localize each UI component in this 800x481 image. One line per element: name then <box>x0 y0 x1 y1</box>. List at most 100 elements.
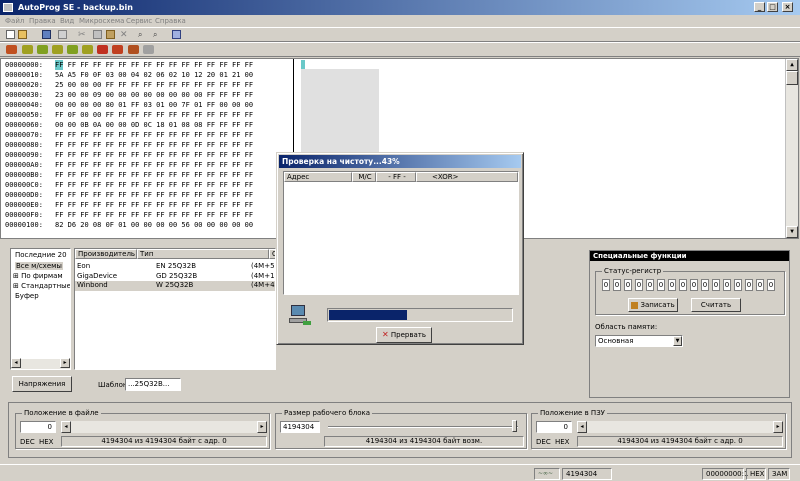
chip-tree[interactable]: Последние 20 Все м/схемы ⊞ По фирмам ⊞ С… <box>10 248 71 370</box>
scroll-right-icon[interactable]: ▸ <box>60 358 70 368</box>
voltage-button[interactable]: Напряжения <box>12 376 72 392</box>
hex-bytes[interactable]: FF FF FF FF FF FF FF FF FF FF FF FF FF F… <box>55 130 253 140</box>
scroll-left-icon[interactable]: ◂ <box>11 358 21 368</box>
menu-chip[interactable]: Микросхема <box>79 15 124 27</box>
tree-hscroll[interactable]: ◂ ▸ <box>11 358 70 369</box>
status-bit[interactable]: 0 <box>635 279 643 291</box>
hex-row[interactable]: 000000A0: FF FF FF FF FF FF FF FF FF FF F… <box>5 160 253 170</box>
hex-bytes[interactable]: FF FF FF FF FF FF FF FF FF FF FF FF FF F… <box>55 150 253 160</box>
memory-area-select[interactable]: Основная ▼ <box>595 335 683 347</box>
tree-item-recent[interactable]: Последние 20 <box>15 251 67 259</box>
template-field[interactable]: ...25Q32B... <box>125 378 181 391</box>
status-bit[interactable]: 0 <box>701 279 709 291</box>
tree-item-all[interactable]: Все м/схемы <box>15 262 63 270</box>
status-bit[interactable]: 0 <box>668 279 676 291</box>
dec-toggle[interactable]: DEC <box>536 438 551 446</box>
scroll-down-icon[interactable]: ▼ <box>786 226 798 238</box>
hex-vscroll[interactable]: ▲ ▼ <box>785 59 798 238</box>
hex-row[interactable]: 000000F0: FF FF FF FF FF FF FF FF FF FF F… <box>5 210 253 220</box>
tree-item-by-vendor[interactable]: ⊞ По фирмам <box>13 272 63 280</box>
hex-row[interactable]: 00000030: 23 00 00 09 00 00 00 00 00 00 0… <box>5 90 323 100</box>
block-size-input[interactable]: 4194304 <box>280 421 320 433</box>
scroll-thumb[interactable] <box>786 71 798 85</box>
col-chip[interactable]: М/С <box>352 172 376 182</box>
hex-row[interactable]: 000000D0: FF FF FF FF FF FF FF FF FF FF F… <box>5 190 253 200</box>
minimize-button[interactable]: _ <box>754 2 765 12</box>
goto-icon[interactable] <box>172 30 181 39</box>
hex-row[interactable]: 00000060: 00 00 0B 0A 00 00 0D 0C 18 01 0… <box>5 120 357 130</box>
dec-toggle[interactable]: DEC <box>20 438 35 446</box>
hex-bytes[interactable]: FF FF FF FF FF FF FF FF FF FF FF FF FF F… <box>55 210 253 220</box>
hex-bytes[interactable]: FF FF FF FF FF FF FF FF FF FF FF FF FF F… <box>55 60 254 70</box>
col-address[interactable]: Адрес <box>284 172 352 182</box>
status-bit[interactable]: 0 <box>767 279 775 291</box>
menu-view[interactable]: Вид <box>60 15 74 27</box>
file-position-input[interactable]: 0 <box>20 421 56 433</box>
hex-row[interactable]: 00000050: FF 0F 00 00 FF FF FF FF FF FF F… <box>5 110 310 120</box>
scroll-right-icon[interactable]: ▸ <box>773 421 783 433</box>
find-next-icon[interactable]: ⌕ <box>153 30 162 39</box>
scroll-right-icon[interactable]: ▸ <box>257 421 267 433</box>
auto-icon[interactable] <box>82 45 93 54</box>
hex-bytes[interactable]: FF FF FF FF FF FF FF FF FF FF FF FF FF F… <box>55 170 253 180</box>
status-bit[interactable]: 0 <box>657 279 665 291</box>
chip-list[interactable]: Производитель Тип О Eon EN 25Q32B (4M+5 … <box>74 248 276 370</box>
rom-position-input[interactable]: 0 <box>536 421 572 433</box>
erase-chip-icon[interactable] <box>22 45 33 54</box>
hex-row[interactable]: 00000010: 5A A5 F0 0F 03 00 04 02 06 02 1… <box>5 70 365 80</box>
hex-row[interactable]: 00000100: 82 D6 20 08 0F 01 00 00 00 00 5… <box>5 220 253 230</box>
file-position-scroll[interactable]: ◂ ▸ <box>61 421 267 433</box>
copy-icon[interactable] <box>93 30 102 39</box>
tree-item-buffer[interactable]: Буфер <box>15 292 39 300</box>
print-icon[interactable] <box>58 30 67 39</box>
protect-icon[interactable] <box>97 45 108 54</box>
write-button[interactable]: Записать <box>628 298 678 312</box>
save-icon[interactable] <box>42 30 51 39</box>
hex-row[interactable]: 00000000: FF FF FF FF FF FF FF FF FF FF F… <box>5 60 254 70</box>
status-bit[interactable]: 0 <box>745 279 753 291</box>
menu-file[interactable]: Файл <box>5 15 24 27</box>
new-file-icon[interactable] <box>6 30 15 39</box>
delete-icon[interactable]: ✕ <box>120 30 129 40</box>
stop-icon[interactable] <box>143 45 154 54</box>
hex-row[interactable]: 000000E0: FF FF FF FF FF FF FF FF FF FF F… <box>5 200 253 210</box>
hex-bytes[interactable]: FF 0F 00 00 FF FF FF FF FF FF FF FF FF F… <box>55 110 253 120</box>
rom-position-scroll[interactable]: ◂ ▸ <box>577 421 783 433</box>
menu-service[interactable]: Сервис <box>126 15 152 27</box>
hex-bytes[interactable]: FF FF FF FF FF FF FF FF FF FF FF FF FF F… <box>55 180 253 190</box>
read-chip-icon[interactable] <box>6 45 17 54</box>
status-bit[interactable]: 0 <box>734 279 742 291</box>
hex-row[interactable]: 000000B0: FF FF FF FF FF FF FF FF FF FF F… <box>5 170 253 180</box>
chip-info-icon[interactable] <box>128 45 139 54</box>
hex-bytes[interactable]: 23 00 00 09 00 00 00 00 00 00 00 00 FF F… <box>55 90 253 100</box>
tree-item-standard[interactable]: ⊞ Стандартные м <box>13 282 70 290</box>
open-file-icon[interactable] <box>18 30 27 39</box>
status-bit[interactable]: 0 <box>624 279 632 291</box>
status-bit[interactable]: 0 <box>602 279 610 291</box>
table-row-selected[interactable]: Winbond W 25Q32B (4M+4x2 <box>75 281 275 291</box>
scroll-left-icon[interactable]: ◂ <box>577 421 587 433</box>
menu-help[interactable]: Справка <box>155 15 186 27</box>
col-xor[interactable]: <XOR> <box>416 172 518 182</box>
dialog-result-list[interactable]: Адрес М/С - FF - <XOR> <box>283 171 519 295</box>
scroll-up-icon[interactable]: ▲ <box>786 59 798 71</box>
hex-bytes[interactable]: 5A A5 F0 0F 03 00 04 02 06 02 10 12 20 0… <box>55 70 253 80</box>
col-maker[interactable]: Производитель <box>75 249 137 259</box>
scroll-left-icon[interactable]: ◂ <box>61 421 71 433</box>
menu-edit[interactable]: Правка <box>29 15 56 27</box>
slider-thumb[interactable] <box>512 420 517 432</box>
hex-bytes[interactable]: 00 00 00 00 80 01 FF 03 01 00 7F 01 FF 0… <box>55 100 253 110</box>
hex-bytes[interactable]: 25 00 00 00 FF FF FF FF FF FF FF FF FF F… <box>55 80 253 90</box>
paste-icon[interactable] <box>106 30 115 39</box>
hex-row[interactable]: 00000080: FF FF FF FF FF FF FF FF FF FF F… <box>5 140 253 150</box>
status-bit[interactable]: 0 <box>712 279 720 291</box>
hex-bytes[interactable]: FF FF FF FF FF FF FF FF FF FF FF FF FF F… <box>55 160 253 170</box>
hex-bytes[interactable]: FF FF FF FF FF FF FF FF FF FF FF FF FF F… <box>55 140 253 150</box>
cut-icon[interactable]: ✂ <box>78 30 87 40</box>
status-bit[interactable]: 0 <box>756 279 764 291</box>
cancel-button[interactable]: ✕ Прервать <box>376 327 432 343</box>
unprotect-icon[interactable] <box>112 45 123 54</box>
col-ff[interactable]: - FF - <box>376 172 416 182</box>
hex-bytes[interactable]: FF FF FF FF FF FF FF FF FF FF FF FF FF F… <box>55 190 253 200</box>
status-bit[interactable]: 0 <box>723 279 731 291</box>
